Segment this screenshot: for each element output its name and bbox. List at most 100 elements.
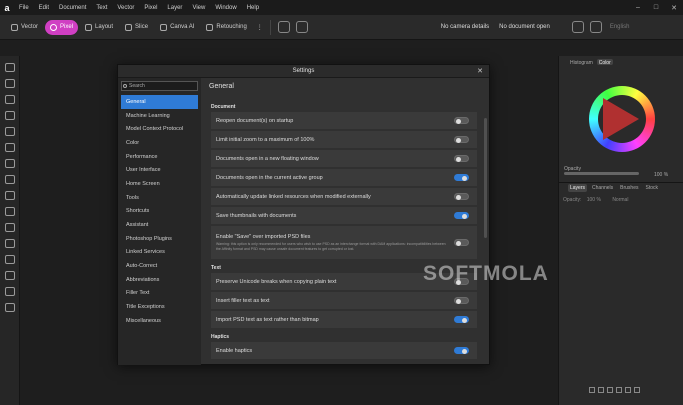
language-select[interactable]: English <box>610 24 630 30</box>
save-thumbnails-toggle[interactable] <box>454 212 469 219</box>
nav-general[interactable]: General <box>121 95 198 109</box>
setting-label: Documents open in the current active gro… <box>216 174 323 181</box>
layers-footer <box>589 387 640 393</box>
minimize-icon[interactable]: – <box>629 4 647 12</box>
nav-auto-correct[interactable]: Auto-Correct <box>121 259 198 273</box>
persona-slice[interactable]: Slice <box>120 20 153 35</box>
select-tool-icon[interactable] <box>4 79 15 88</box>
mask-icon[interactable] <box>598 387 604 393</box>
opacity-slider[interactable] <box>564 172 639 175</box>
persona-pixel[interactable]: Pixel <box>45 19 79 35</box>
floating-window-toggle[interactable] <box>454 155 469 162</box>
brush-tool-icon[interactable] <box>4 127 15 136</box>
undo-icon[interactable] <box>571 21 584 33</box>
stamp-tool-icon[interactable] <box>4 191 15 200</box>
nav-model-context-protocol[interactable]: Model Context Protocol <box>121 122 198 136</box>
persona-label: Slice <box>135 24 149 30</box>
search-input[interactable]: Search <box>121 81 198 91</box>
nav-color[interactable]: Color <box>121 136 198 150</box>
save-psd-toggle[interactable] <box>454 239 469 246</box>
menu-pixel[interactable]: Pixel <box>139 5 162 11</box>
color-triangle[interactable] <box>603 98 639 140</box>
nav-photoshop-plugins[interactable]: Photoshop Plugins <box>121 232 198 246</box>
menu-text[interactable]: Text <box>91 5 112 11</box>
menu-window[interactable]: Window <box>210 5 241 11</box>
tab-layers[interactable]: Layers <box>568 183 588 192</box>
menu-layer[interactable]: Layer <box>162 5 187 11</box>
eraser-tool-icon[interactable] <box>4 143 15 152</box>
nav-assistant[interactable]: Assistant <box>121 218 198 232</box>
menu-vector[interactable]: Vector <box>112 5 139 11</box>
nav-miscellaneous[interactable]: Miscellaneous <box>121 314 198 328</box>
fx-icon[interactable] <box>616 387 622 393</box>
setting-label: Enable haptics <box>216 347 253 354</box>
menu-edit[interactable]: Edit <box>34 5 54 11</box>
delete-layer-icon[interactable] <box>634 387 640 393</box>
haptics-toggle[interactable] <box>454 347 469 354</box>
tab-histogram[interactable]: Histogram <box>568 59 595 66</box>
setting-row: Limit initial zoom to a maximum of 100% <box>211 131 477 148</box>
zoom-tool-icon[interactable] <box>4 303 15 312</box>
crop-tool-icon[interactable] <box>4 111 15 120</box>
nav-user-interface[interactable]: User Interface <box>121 163 198 177</box>
menu-document[interactable]: Document <box>54 5 91 11</box>
close-icon[interactable]: ✕ <box>477 67 483 75</box>
pen-tool-icon[interactable] <box>4 223 15 232</box>
redo-icon[interactable] <box>589 21 602 33</box>
nav-home-screen[interactable]: Home Screen <box>121 177 198 191</box>
psd-text-toggle[interactable] <box>454 316 469 323</box>
persona-canva-ai[interactable]: Canva AI <box>155 20 199 35</box>
nav-shortcuts[interactable]: Shortcuts <box>121 205 198 219</box>
more-icon[interactable]: ⋮ <box>257 24 263 31</box>
clone-tool-icon[interactable] <box>4 175 15 184</box>
tab-stock[interactable]: Stock <box>644 184 661 192</box>
gradient-tool-icon[interactable] <box>4 207 15 216</box>
reopen-documents-toggle[interactable] <box>454 117 469 124</box>
nav-linked-services[interactable]: Linked Services <box>121 246 198 260</box>
nav-performance[interactable]: Performance <box>121 150 198 164</box>
eyedropper-tool-icon[interactable] <box>4 271 15 280</box>
setting-label: Reopen document(s) on startup <box>216 117 294 124</box>
limit-zoom-toggle[interactable] <box>454 136 469 143</box>
close-icon[interactable]: ✕ <box>665 4 683 12</box>
nav-title-exceptions[interactable]: Title Exceptions <box>121 300 198 314</box>
tab-brushes[interactable]: Brushes <box>618 184 640 192</box>
tab-color[interactable]: Color <box>596 59 613 66</box>
nav-filler-text[interactable]: Filler Text <box>121 287 198 301</box>
text-tool-icon[interactable] <box>4 255 15 264</box>
hand-tool-icon[interactable] <box>4 287 15 296</box>
canva-ai-icon <box>160 23 168 31</box>
setting-row: Save thumbnails with documents <box>211 207 477 224</box>
maximize-icon[interactable]: □ <box>647 4 665 12</box>
update-linked-toggle[interactable] <box>454 193 469 200</box>
snapping-icon[interactable] <box>277 21 290 33</box>
nav-abbreviations[interactable]: Abbreviations <box>121 273 198 287</box>
setting-row: Insert filler text as text <box>211 292 477 309</box>
content-scrollbar[interactable] <box>484 118 487 238</box>
menu-help[interactable]: Help <box>242 5 264 11</box>
vector-icon <box>11 23 18 31</box>
adjustment-icon[interactable] <box>607 387 613 393</box>
active-group-toggle[interactable] <box>454 174 469 181</box>
marquee-tool-icon[interactable] <box>4 95 15 104</box>
persona-retouching[interactable]: Retouching <box>201 20 251 35</box>
menu-file[interactable]: File <box>14 5 34 11</box>
persona-vector[interactable]: Vector <box>6 20 43 35</box>
filler-text-toggle[interactable] <box>454 297 469 304</box>
tab-channels[interactable]: Channels <box>590 184 615 192</box>
nav-tools[interactable]: Tools <box>121 191 198 205</box>
setting-text: Enable "Save" over imported PSD files Wa… <box>216 234 451 250</box>
blend-mode-select[interactable]: Normal <box>612 197 628 203</box>
assistant-icon[interactable] <box>295 21 308 33</box>
fill-tool-icon[interactable] <box>4 159 15 168</box>
setting-label: Preserve Unicode breaks when copying pla… <box>216 278 337 285</box>
nav-machine-learning[interactable]: Machine Learning <box>121 109 198 123</box>
persona-layout[interactable]: Layout <box>80 20 118 35</box>
group-icon[interactable] <box>625 387 631 393</box>
menu-view[interactable]: View <box>187 5 210 11</box>
shape-tool-icon[interactable] <box>4 239 15 248</box>
layer-opacity-value[interactable]: 100 % <box>587 197 601 203</box>
move-tool-icon[interactable] <box>4 63 15 72</box>
add-layer-icon[interactable] <box>589 387 595 393</box>
app-logo[interactable]: a <box>0 0 14 15</box>
